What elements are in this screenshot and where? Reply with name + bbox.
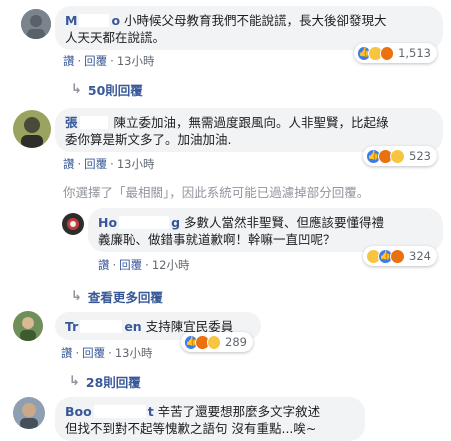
comment-author[interactable]: Boo t — [65, 404, 154, 419]
timestamp[interactable]: 13小時 — [117, 54, 155, 68]
avatar[interactable] — [13, 110, 51, 148]
redacted-name — [80, 320, 123, 333]
haha-reaction-icon — [390, 148, 405, 164]
comment-text: 陳立委加油，無需過度跟風向。人非聖賢，比起綠 — [113, 115, 389, 130]
timestamp[interactable]: 13小時 — [117, 157, 155, 171]
comment-actions: 讚 · 回覆 · 12小時 — [98, 258, 190, 272]
timestamp[interactable]: 12小時 — [152, 258, 190, 272]
avatar-photo-icon — [62, 213, 84, 235]
reaction-count: 324 — [409, 249, 431, 263]
timestamp[interactable]: 13小時 — [115, 346, 153, 360]
comment-author[interactable]: Tr en — [65, 319, 142, 334]
reply-arrow-icon: ↳ — [71, 289, 82, 304]
angry-reaction-icon — [390, 248, 405, 264]
comment-author[interactable]: 張 — [65, 115, 110, 130]
like-link[interactable]: 讚 — [63, 54, 75, 68]
reply-arrow-icon: ↳ — [69, 374, 80, 389]
comment-actions: 讚 · 回覆 · 13小時 — [63, 157, 155, 171]
reaction-summary[interactable]: 👍 289 — [181, 332, 253, 352]
redacted-name — [93, 405, 146, 418]
avatar-photo-icon — [21, 9, 51, 39]
haha-reaction-icon — [206, 334, 222, 350]
view-replies-link[interactable]: ↳ 28則回覆 — [69, 372, 141, 391]
comment-author[interactable]: Mo — [65, 13, 120, 28]
view-replies-link[interactable]: ↳ 50則回覆 — [71, 80, 143, 99]
redacted-name — [79, 116, 108, 129]
comment-text-line: 但找不到對不起等愧歉之語句 沒有重點...唉~ — [65, 421, 317, 436]
reaction-count: 289 — [225, 335, 247, 349]
like-link[interactable]: 讚 — [61, 346, 73, 360]
comment-text: 小時候父母教育我們不能說謊，長大後卻發現大 — [124, 13, 387, 28]
reaction-count: 1,513 — [398, 46, 432, 60]
filter-notice: 你選擇了「最相關」，因此系統可能已過濾掉部分回覆。 — [63, 185, 370, 200]
avatar[interactable] — [62, 213, 84, 235]
like-link[interactable]: 讚 — [63, 157, 75, 171]
angry-reaction-icon — [379, 45, 395, 61]
reply-link[interactable]: 回覆 — [84, 157, 107, 171]
comment-bubble: Boo t 辛苦了還要想那麼多文字敘述 但找不到對不起等愧歉之語句 沒有重點...… — [55, 397, 365, 441]
redacted-name — [119, 216, 170, 229]
avatar[interactable] — [13, 397, 45, 429]
reaction-summary[interactable]: 👍 324 — [363, 246, 437, 266]
comment-text: 多數人當然非聖賢、但應該要懂得禮 — [184, 215, 385, 230]
comment-actions: 讚 · 回覆 · 13小時 — [61, 346, 153, 360]
view-more-replies-link[interactable]: ↳ 查看更多回覆 — [71, 287, 163, 306]
reaction-count: 523 — [409, 149, 431, 163]
comment-actions: 讚 · 回覆 · 13小時 — [63, 54, 155, 68]
comment-text: 辛苦了還要想那麼多文字敘述 — [157, 404, 321, 419]
avatar[interactable] — [21, 9, 51, 39]
avatar[interactable] — [13, 311, 43, 341]
reaction-summary[interactable]: 👍 523 — [363, 146, 437, 166]
like-link[interactable]: 讚 — [98, 258, 110, 272]
avatar-photo-icon — [13, 311, 43, 341]
reply-arrow-icon: ↳ — [71, 82, 82, 97]
reply-link[interactable]: 回覆 — [84, 54, 107, 68]
avatar-photo-icon — [13, 397, 45, 429]
reaction-summary[interactable]: 👍 1,513 — [354, 43, 437, 63]
redacted-name — [79, 14, 110, 27]
avatar-photo-icon — [13, 110, 51, 148]
reply-link[interactable]: 回覆 — [82, 346, 105, 360]
comment-author[interactable]: Ho g — [98, 215, 180, 230]
reply-link[interactable]: 回覆 — [119, 258, 142, 272]
